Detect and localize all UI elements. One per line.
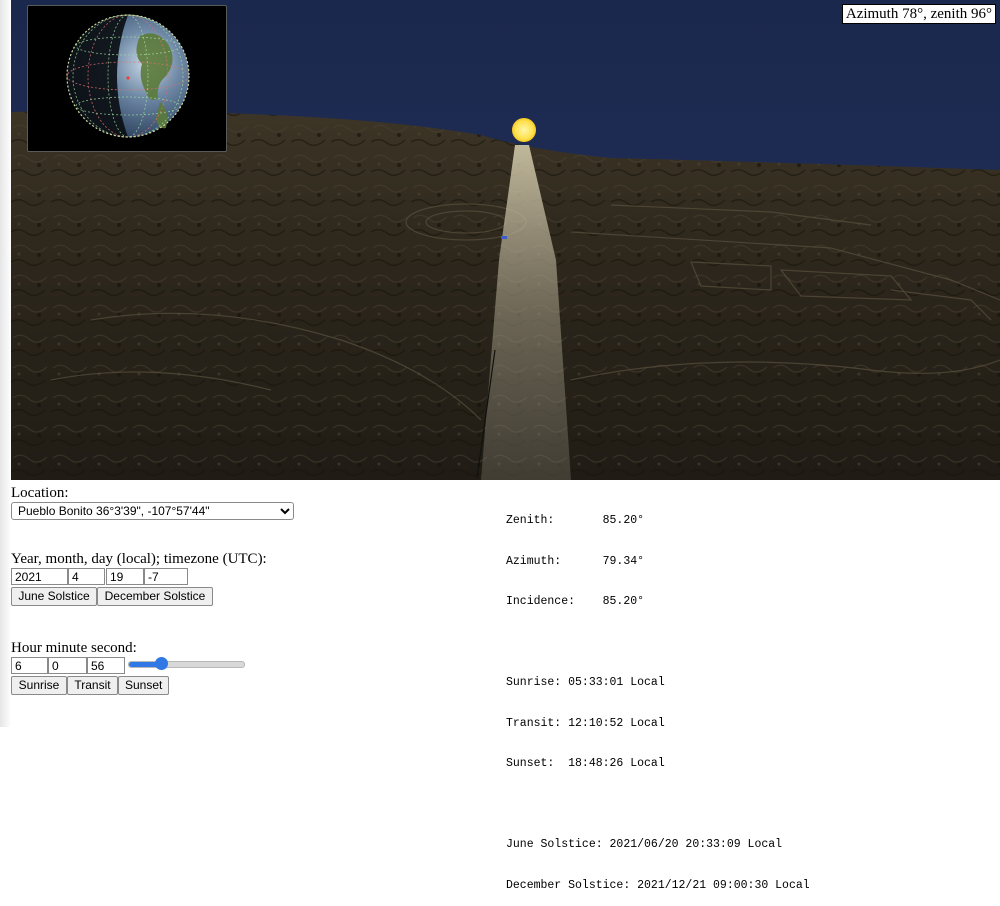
sun-position-readout: Azimuth 78°, zenith 96° <box>841 4 996 24</box>
december-solstice-line: December Solstice: 2021/12/21 09:00:30 L… <box>506 878 810 892</box>
time-slider-thumb[interactable] <box>155 657 169 670</box>
sunrise-button[interactable]: Sunrise <box>11 676 67 695</box>
year-input[interactable] <box>11 568 68 585</box>
second-input[interactable] <box>87 657 125 674</box>
june-solstice-line: June Solstice: 2021/06/20 20:33:09 Local <box>506 838 783 851</box>
month-input[interactable] <box>68 568 105 585</box>
sunrise-line: Sunrise: 05:33:01 Local <box>506 676 665 689</box>
zenith-line: Zenith: 85.20° <box>506 514 645 527</box>
minute-input[interactable] <box>48 657 87 674</box>
hour-input[interactable] <box>11 657 48 674</box>
december-solstice-button[interactable]: December Solstice <box>97 587 213 606</box>
day-input[interactable] <box>106 568 144 585</box>
date-label: Year, month, day (local); timezone (UTC)… <box>11 551 267 567</box>
observer-marker <box>501 236 507 239</box>
transit-line: Transit: 12:10:52 Local <box>506 716 665 730</box>
page-left-gutter <box>0 0 11 727</box>
transit-button[interactable]: Transit <box>67 676 118 695</box>
sunset-line: Sunset: 18:48:26 Local <box>506 757 665 770</box>
incidence-line: Incidence: 85.20° <box>506 595 645 608</box>
globe-inset[interactable] <box>27 5 227 152</box>
sun <box>512 118 536 142</box>
globe <box>66 14 190 138</box>
location-label: Location: <box>11 485 69 501</box>
time-slider[interactable] <box>128 657 245 670</box>
june-solstice-button[interactable]: June Solstice <box>11 587 97 606</box>
solar-output: Zenith: 85.20° Azimuth: 79.34° Incidence… <box>506 487 810 906</box>
location-select[interactable]: Pueblo Bonito 36°3'39", -107°57'44" <box>11 502 294 520</box>
sunset-button[interactable]: Sunset <box>118 676 169 695</box>
azimuth-line: Azimuth: 79.34° <box>506 554 645 568</box>
timezone-input[interactable] <box>144 568 188 585</box>
time-label: Hour minute second: <box>11 640 137 656</box>
terrain-3d-viewport[interactable]: Azimuth 78°, zenith 96° <box>11 0 1000 480</box>
